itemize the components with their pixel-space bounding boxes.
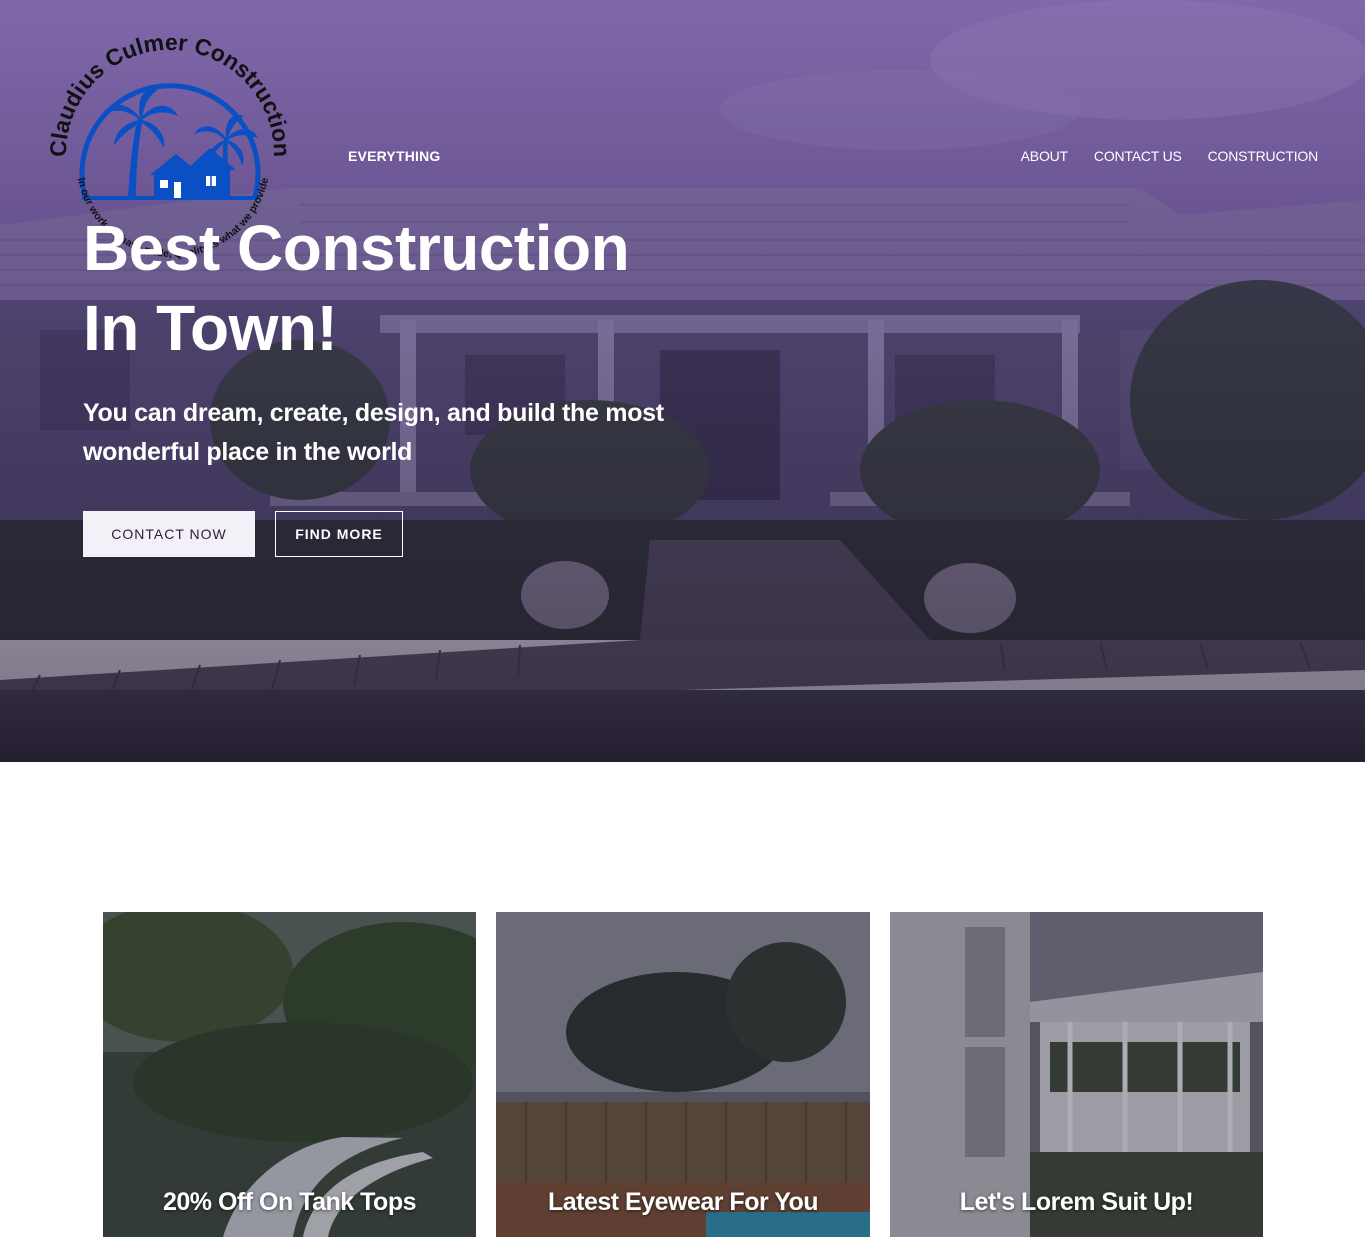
promo-card-tank-tops[interactable]: 20% Off On Tank Tops [103,912,476,1237]
promo-card-title: Latest Eyewear For You [547,1188,819,1216]
nav-about-link[interactable]: ABOUT [1021,148,1068,164]
promo-card-title: 20% Off On Tank Tops [163,1188,417,1216]
main-navigation: ABOUT CONTACT US CONSTRUCTION [1021,148,1319,164]
hero-title-line2: In Town! [83,292,338,364]
hero-subtitle: You can dream, create, design, and build… [83,394,703,472]
hero-subtitle-line2: wonderful place in the world [83,438,413,466]
hero-title: Best Construction In Town! [83,208,703,368]
contact-now-button[interactable]: CONTACT NOW [83,511,255,557]
nav-everything-link[interactable]: EVERYTHING [348,148,441,164]
promo-card-suit-up[interactable]: Let's Lorem Suit Up! [890,912,1263,1237]
promo-card-eyewear[interactable]: Latest Eyewear For You [496,912,870,1237]
logo-brand-text: Claudius Culmer Construction [46,30,294,157]
promo-card-title: Let's Lorem Suit Up! [959,1188,1194,1216]
hero-section: Claudius Culmer Construction In our work… [0,0,1365,762]
nav-construction-link[interactable]: CONSTRUCTION [1208,148,1319,164]
nav-contact-us-link[interactable]: CONTACT US [1094,148,1182,164]
hero-subtitle-line1: You can dream, create, design, and build… [83,399,664,427]
hero-title-line1: Best Construction [83,212,630,284]
find-more-button[interactable]: FIND MORE [275,511,403,557]
